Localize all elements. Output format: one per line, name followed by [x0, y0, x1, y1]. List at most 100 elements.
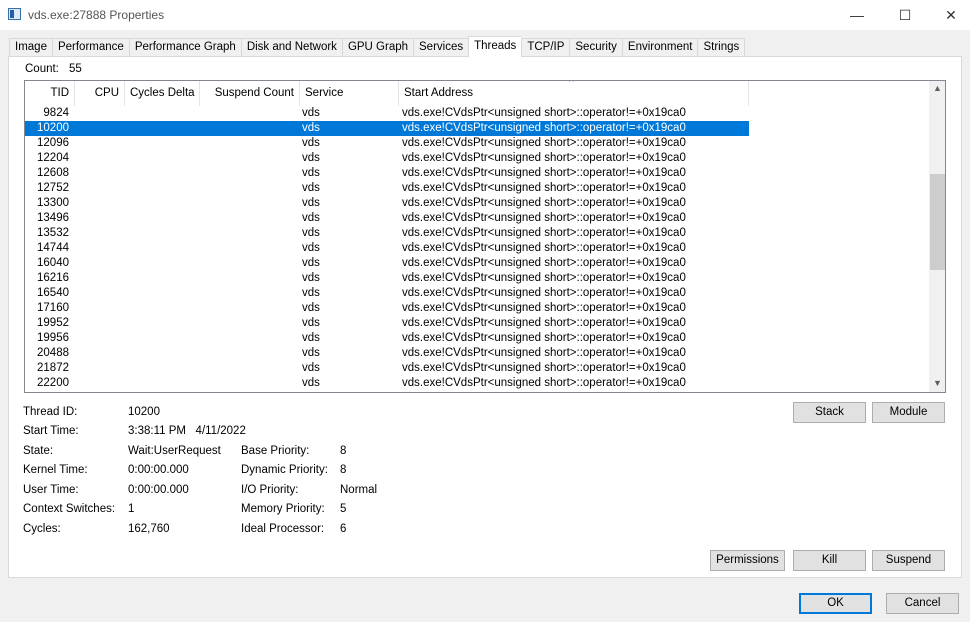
- thread-row[interactable]: 12204 vds vds.exe!CVdsPtr<unsigned short…: [25, 151, 749, 166]
- service-cell: vds: [302, 152, 320, 164]
- thread-row[interactable]: 13300 vds vds.exe!CVdsPtr<unsigned short…: [25, 196, 749, 211]
- service-cell: vds: [302, 122, 320, 134]
- context-switches-value: 1: [128, 503, 135, 515]
- cycles-value: 162,760: [128, 523, 170, 535]
- start-address-cell: vds.exe!CVdsPtr<unsigned short>::operato…: [402, 272, 686, 284]
- start-address-cell: vds.exe!CVdsPtr<unsigned short>::operato…: [402, 257, 686, 269]
- stack-button[interactable]: Stack: [793, 402, 866, 423]
- service-cell: vds: [302, 182, 320, 194]
- tid-cell: 14744: [37, 242, 69, 254]
- start-address-cell: vds.exe!CVdsPtr<unsigned short>::operato…: [402, 227, 686, 239]
- tid-cell: 12608: [37, 167, 69, 179]
- thread-row[interactable]: 17160 vds vds.exe!CVdsPtr<unsigned short…: [25, 301, 749, 316]
- memory-priority-label: Memory Priority:: [241, 503, 325, 515]
- thread-row[interactable]: 10200 vds vds.exe!CVdsPtr<unsigned short…: [25, 121, 749, 136]
- dynamic-priority-value: 8: [340, 464, 347, 476]
- scroll-down-icon[interactable]: ▼: [930, 378, 945, 388]
- thread-row[interactable]: 12096 vds vds.exe!CVdsPtr<unsigned short…: [25, 136, 749, 151]
- thread-row[interactable]: 12608 vds vds.exe!CVdsPtr<unsigned short…: [25, 166, 749, 181]
- start-address-cell: vds.exe!CVdsPtr<unsigned short>::operato…: [402, 167, 686, 179]
- service-cell: vds: [302, 197, 320, 209]
- thread-row[interactable]: 21872 vds vds.exe!CVdsPtr<unsigned short…: [25, 361, 749, 376]
- maximize-button[interactable]: ☐: [882, 0, 928, 30]
- tab-tcp-ip[interactable]: TCP/IP: [521, 38, 570, 57]
- service-cell: vds: [302, 137, 320, 149]
- tid-cell: 10200: [37, 122, 69, 134]
- thread-row[interactable]: 9824 vds vds.exe!CVdsPtr<unsigned short>…: [25, 106, 749, 121]
- column-header-service[interactable]: Service: [300, 81, 399, 106]
- minimize-button[interactable]: —: [834, 0, 880, 30]
- thread-row[interactable]: 13532 vds vds.exe!CVdsPtr<unsigned short…: [25, 226, 749, 241]
- user-time-label: User Time:: [23, 484, 79, 496]
- tid-cell: 16540: [37, 287, 69, 299]
- thread-row[interactable]: 16040 vds vds.exe!CVdsPtr<unsigned short…: [25, 256, 749, 271]
- start-address-cell: vds.exe!CVdsPtr<unsigned short>::operato…: [402, 107, 686, 119]
- column-header-cpu[interactable]: CPU: [75, 81, 125, 106]
- service-cell: vds: [302, 272, 320, 284]
- start-address-cell: vds.exe!CVdsPtr<unsigned short>::operato…: [402, 137, 686, 149]
- thread-row[interactable]: 14744 vds vds.exe!CVdsPtr<unsigned short…: [25, 241, 749, 256]
- thread-row[interactable]: 12752 vds vds.exe!CVdsPtr<unsigned short…: [25, 181, 749, 196]
- tab-environment[interactable]: Environment: [621, 38, 698, 57]
- service-cell: vds: [302, 242, 320, 254]
- permissions-button[interactable]: Permissions: [710, 550, 785, 571]
- thread-row[interactable]: 16540 vds vds.exe!CVdsPtr<unsigned short…: [25, 286, 749, 301]
- tab-gpu-graph[interactable]: GPU Graph: [341, 38, 414, 57]
- tab-performance-graph[interactable]: Performance Graph: [128, 38, 241, 57]
- service-cell: vds: [302, 302, 320, 314]
- tid-cell: 9824: [43, 107, 69, 119]
- tab-disk-and-network[interactable]: Disk and Network: [240, 38, 342, 57]
- service-cell: vds: [302, 347, 320, 359]
- service-cell: vds: [302, 377, 320, 389]
- tid-cell: 20488: [37, 347, 69, 359]
- tab-strip: Image Performance Performance Graph Disk an…: [9, 36, 746, 57]
- thread-row[interactable]: 13496 vds vds.exe!CVdsPtr<unsigned short…: [25, 211, 749, 226]
- io-priority-value: Normal: [340, 484, 378, 496]
- start-address-cell: vds.exe!CVdsPtr<unsigned short>::operato…: [402, 302, 686, 314]
- cancel-button[interactable]: Cancel: [886, 593, 959, 614]
- tid-cell: 19952: [37, 317, 69, 329]
- start-address-cell: vds.exe!CVdsPtr<unsigned short>::operato…: [402, 332, 686, 344]
- tid-cell: 13496: [37, 212, 69, 224]
- close-button[interactable]: ✕: [928, 0, 970, 30]
- module-button[interactable]: Module: [872, 402, 945, 423]
- service-cell: vds: [302, 212, 320, 224]
- scrollbar-thumb[interactable]: [930, 174, 945, 270]
- threads-list[interactable]: TID CPU Cycles Delta Suspend Count Servi…: [24, 80, 946, 393]
- tab-threads[interactable]: Threads: [468, 36, 522, 57]
- context-switches-label: Context Switches:: [23, 503, 116, 515]
- service-cell: vds: [302, 362, 320, 374]
- tid-cell: 17160: [37, 302, 69, 314]
- tid-cell: 22200: [37, 377, 69, 389]
- column-header-start-address[interactable]: Start Address: [399, 81, 749, 106]
- thread-row[interactable]: 19956 vds vds.exe!CVdsPtr<unsigned short…: [25, 331, 749, 346]
- kill-button[interactable]: Kill: [793, 550, 866, 571]
- count-label: Count:: [25, 63, 59, 75]
- service-cell: vds: [302, 227, 320, 239]
- sort-ascending-icon: ^: [569, 80, 574, 88]
- thread-row[interactable]: 20488 vds vds.exe!CVdsPtr<unsigned short…: [25, 346, 749, 361]
- tab-strings[interactable]: Strings: [697, 38, 746, 57]
- tid-cell: 16216: [37, 272, 69, 284]
- thread-row[interactable]: 16216 vds vds.exe!CVdsPtr<unsigned short…: [25, 271, 749, 286]
- thread-row[interactable]: 19952 vds vds.exe!CVdsPtr<unsigned short…: [25, 316, 749, 331]
- service-cell: vds: [302, 257, 320, 269]
- tab-image[interactable]: Image: [9, 38, 52, 57]
- ok-button[interactable]: OK: [799, 593, 872, 614]
- tab-services[interactable]: Services: [413, 38, 469, 57]
- start-address-cell: vds.exe!CVdsPtr<unsigned short>::operato…: [402, 317, 686, 329]
- column-header-cycles-delta[interactable]: Cycles Delta: [125, 81, 200, 106]
- thread-id-label: Thread ID:: [23, 406, 78, 418]
- thread-row[interactable]: 22200 vds vds.exe!CVdsPtr<unsigned short…: [25, 376, 749, 391]
- tid-cell: 12204: [37, 152, 69, 164]
- service-cell: vds: [302, 287, 320, 299]
- window-title: vds.exe:27888 Properties: [28, 8, 165, 22]
- tab-performance[interactable]: Performance: [51, 38, 129, 57]
- column-header-tid[interactable]: TID: [25, 81, 75, 106]
- column-header-suspend-count[interactable]: Suspend Count: [200, 81, 300, 106]
- memory-priority-value: 5: [340, 503, 347, 515]
- suspend-button[interactable]: Suspend: [872, 550, 945, 571]
- tab-security[interactable]: Security: [569, 38, 622, 57]
- state-value: Wait:UserRequest: [128, 445, 221, 457]
- scroll-up-icon[interactable]: ▲: [930, 83, 945, 93]
